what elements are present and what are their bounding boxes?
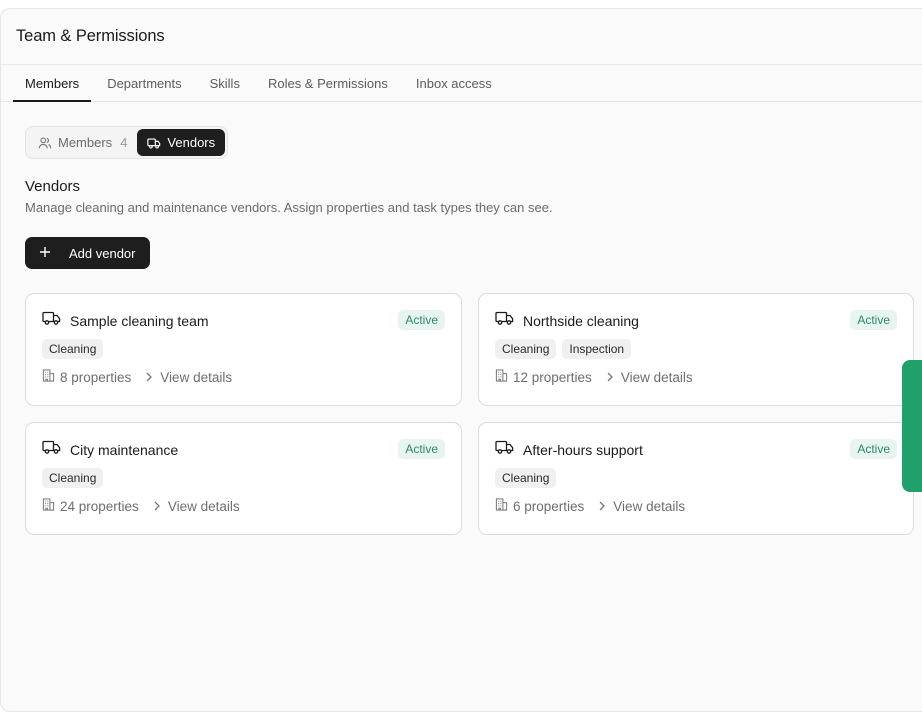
properties-label: 12 properties [513,369,592,385]
truck-icon [42,439,61,460]
properties-label: 8 properties [60,369,132,385]
tab-skills[interactable]: Skills [198,65,252,101]
users-icon [38,136,52,150]
truck-icon [495,439,514,460]
tab-bar: Members Departments Skills Roles & Permi… [1,65,922,102]
page-header: Team & Permissions [1,9,922,65]
view-details-label: View details [167,498,240,514]
segment-vendors-label: Vendors [167,135,216,150]
chevron-right-icon [153,499,161,514]
task-type-tag: Cleaning [42,468,104,488]
tab-members[interactable]: Members [13,65,92,102]
team-permissions-panel: Team & Permissions Members Departments S… [0,8,922,712]
vendor-tags: Cleaning [495,468,897,488]
properties-count: 8 properties [42,369,131,385]
task-type-tag: Inspection [562,339,632,359]
page-title: Team & Permissions [16,27,165,45]
vendor-tags: Cleaning [42,468,445,488]
segment-vendors[interactable]: Vendors [137,129,226,156]
vendor-name: Northside cleaning [523,312,639,329]
properties-count: 24 properties [42,498,139,514]
vendor-name: City maintenance [70,441,179,458]
view-details-label: View details [613,498,686,514]
status-badge: Active [398,310,445,330]
properties-count: 12 properties [495,369,592,385]
members-vendors-toggle: Members 4 Vendors [25,126,229,159]
view-details-link[interactable]: View details [598,499,685,514]
section-description: Manage cleaning and maintenance vendors.… [25,200,553,215]
building-icon [42,498,55,514]
view-details-link[interactable]: View details [153,499,240,514]
view-details-label: View details [160,369,233,385]
vendor-tags: Cleaning Inspection [495,339,897,359]
members-count: 4 [120,135,128,150]
vendor-card[interactable]: Northside cleaning Active Cleaning Inspe… [478,293,914,406]
view-details-link[interactable]: View details [145,370,232,385]
vendor-name: After-hours support [523,441,643,458]
task-type-tag: Cleaning [42,339,104,359]
vendor-card[interactable]: City maintenance Active Cleaning 24 prop… [25,422,462,535]
chevron-right-icon [145,370,153,385]
building-icon [495,498,508,514]
chevron-right-icon [598,499,606,514]
vendor-tags: Cleaning [42,339,445,359]
add-vendor-button[interactable]: Add vendor [25,237,150,269]
building-icon [495,369,508,385]
truck-icon [147,136,161,150]
vendor-card[interactable]: Sample cleaning team Active Cleaning 8 p… [25,293,462,406]
plus-icon [39,246,51,261]
status-badge: Active [850,310,897,330]
truck-icon [495,310,514,331]
segment-members-label: Members [58,135,113,150]
status-badge: Active [850,439,897,459]
vendor-name: Sample cleaning team [70,312,209,329]
view-details-label: View details [620,369,693,385]
tab-roles-permissions[interactable]: Roles & Permissions [256,65,400,101]
add-vendor-label: Add vendor [69,245,136,261]
truck-icon [42,310,61,331]
properties-label: 24 properties [60,498,139,514]
view-details-link[interactable]: View details [606,370,693,385]
main-content: Members 4 Vendors Vendors Manage cleanin… [1,102,922,535]
feedback-tab[interactable] [902,360,922,492]
status-badge: Active [398,439,445,459]
tab-inbox-access[interactable]: Inbox access [404,65,504,101]
task-type-tag: Cleaning [495,468,557,488]
tab-departments[interactable]: Departments [95,65,193,101]
task-type-tag: Cleaning [495,339,557,359]
properties-label: 6 properties [513,498,585,514]
segment-members[interactable]: Members 4 [38,135,131,150]
building-icon [42,369,55,385]
section-title: Vendors [25,178,81,195]
vendor-card[interactable]: After-hours support Active Cleaning 6 pr… [478,422,914,535]
vendor-grid: Sample cleaning team Active Cleaning 8 p… [25,293,922,535]
chevron-right-icon [606,370,614,385]
properties-count: 6 properties [495,498,584,514]
